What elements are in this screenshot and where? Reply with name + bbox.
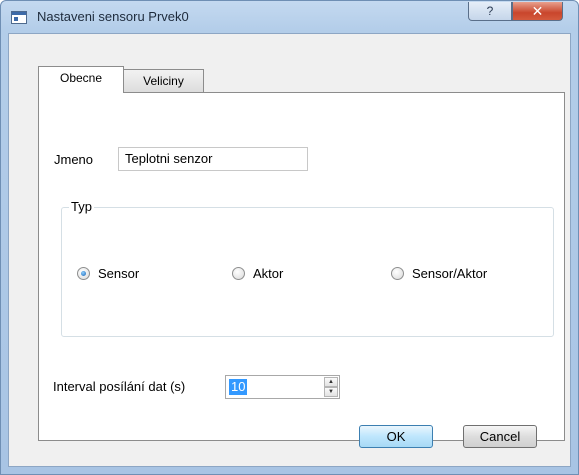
dialog-body: Obecne Veliciny Jmeno Teplotni senzor Ty…: [8, 33, 571, 467]
close-icon: ✕: [531, 3, 544, 19]
title-bar[interactable]: Nastaveni sensoru Prvek0 ? ✕: [1, 1, 578, 33]
radio-aktor[interactable]: Aktor: [232, 266, 283, 281]
radio-sensor-aktor-indicator[interactable]: [391, 267, 404, 280]
radio-sensor-indicator[interactable]: [77, 267, 90, 280]
app-window-icon[interactable]: [11, 11, 27, 24]
name-input[interactable]: Teplotni senzor: [118, 147, 308, 171]
radio-sensor-aktor-label: Sensor/Aktor: [412, 266, 488, 281]
spin-up-icon[interactable]: ▲: [324, 377, 338, 387]
interval-spinbox[interactable]: 10 ▲ ▼: [225, 375, 340, 399]
type-group-title: Typ: [69, 199, 94, 214]
ok-button[interactable]: OK: [359, 425, 433, 448]
help-button[interactable]: ?: [468, 2, 512, 21]
radio-sensor-aktor[interactable]: Sensor/Aktor: [391, 266, 487, 281]
radio-sensor-label: Sensor: [98, 266, 140, 281]
close-button[interactable]: ✕: [512, 2, 563, 21]
interval-input[interactable]: 10: [229, 379, 248, 395]
window-title: Nastaveni sensoru Prvek0: [37, 9, 189, 24]
tab-veliciny[interactable]: Veliciny: [123, 69, 204, 93]
tab-panel-obecne: Jmeno Teplotni senzor Typ Sensor Aktor S…: [38, 92, 565, 441]
tab-obecne[interactable]: Obecne: [38, 66, 124, 93]
radio-aktor-indicator[interactable]: [232, 267, 245, 280]
cancel-button[interactable]: Cancel: [463, 425, 537, 448]
interval-label: Interval posílání dat (s): [53, 379, 186, 394]
spin-down-icon[interactable]: ▼: [324, 387, 338, 397]
name-label: Jmeno: [54, 152, 94, 167]
radio-aktor-label: Aktor: [253, 266, 284, 281]
radio-sensor[interactable]: Sensor: [77, 266, 139, 281]
dialog-window: Nastaveni sensoru Prvek0 ? ✕ Obecne Veli…: [0, 0, 579, 475]
help-icon: ?: [486, 4, 494, 18]
